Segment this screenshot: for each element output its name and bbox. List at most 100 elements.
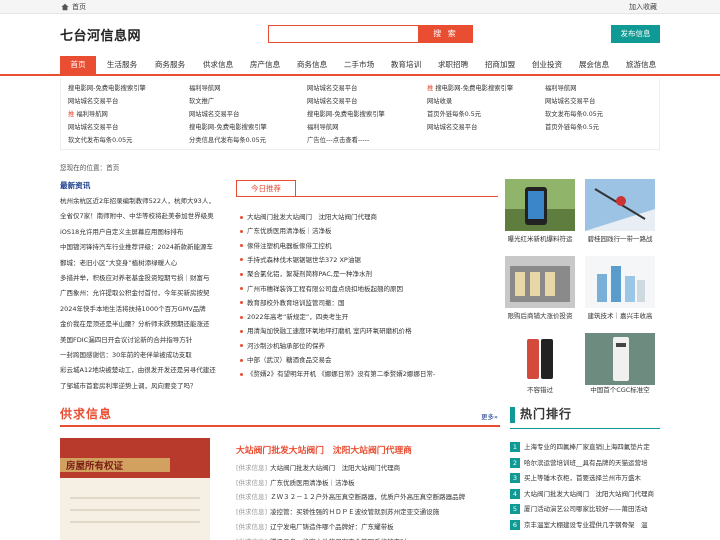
hot-rank-item[interactable]: 6 京丰温室大棚建设专业提供几字钢骨架 温	[510, 519, 660, 530]
hot-rank-item[interactable]: 2 哈尔滨运营培训班__具有品牌的天猫运营培	[510, 457, 660, 468]
nav-supply[interactable]: 供求信息	[198, 56, 238, 74]
thumb-phones[interactable]	[505, 333, 575, 385]
news-item[interactable]: 杭州余杭区近2年招录编制教师522人，杭师大93人，	[60, 195, 228, 205]
supply-item[interactable]: [供求信息] 凌控管：买轿性强的ＨＤＰＥ波纹管就到苏州定亚交通设施	[236, 506, 500, 516]
supply-more-link[interactable]: 更多»	[481, 411, 498, 421]
home-link[interactable]: 首页	[72, 2, 86, 12]
nav-business-info[interactable]: 商务信息	[292, 56, 332, 74]
nav-franchise[interactable]: 招商加盟	[480, 56, 520, 74]
supply-item[interactable]: [供求信息] ＺＷ３２－１２户外高压真空断路器，优质户外高压真空断路器品牌	[236, 491, 500, 501]
friend-link[interactable]: 福利导航网	[307, 122, 338, 131]
friend-link[interactable]: 分类信息代发布每条0.05元	[189, 135, 266, 144]
site-logo[interactable]: 七台河信息网	[60, 25, 141, 44]
supply-item[interactable]: [供求信息] 大站阀门批发大站阀门 沈阳大站阀门代理商	[236, 462, 500, 472]
supply-headline[interactable]: 大站阀门批发大站阀门 沈阳大站阀门代理商	[236, 443, 412, 456]
friend-link[interactable]: 推 搜电影网-免费电影搜索引擎	[427, 83, 513, 92]
friend-link[interactable]: 网站城名交易平台	[427, 122, 477, 131]
post-info-button[interactable]: 发布信息	[611, 25, 660, 43]
friend-link-label: 福利导航网	[545, 85, 577, 92]
recommend-item[interactable]: 2022年高考“新规定”，四类考生开	[240, 311, 498, 321]
nav-jobs[interactable]: 求职招聘	[433, 56, 473, 74]
friend-link[interactable]: 首页外链每条0.5元	[427, 109, 481, 118]
recommend-item[interactable]: 大站阀门批发大站阀门 沈阳大站阀门代理商	[240, 211, 498, 221]
news-item[interactable]: 彩云城A12地块被楚动工，由很发开发还是另寻代建还	[60, 364, 228, 374]
recommend-item[interactable]: 广东优质医用清净板｜洁净板	[240, 225, 498, 235]
recommend-item[interactable]: 用清淘加快融工速度环氧地坪打磨机 室内环氧研磨机价格	[240, 325, 498, 335]
recommend-item-label: 广东优质医用清净板｜洁净板	[247, 227, 332, 236]
nav-education[interactable]: 教育培训	[386, 56, 426, 74]
news-item[interactable]: 了邹城市首套房利率逆势上调，风向要变了吗？	[60, 380, 228, 390]
nav-exhibition[interactable]: 展会信息	[574, 56, 614, 74]
thumb-caption[interactable]: 建筑技术｜嘉兴丰收高	[583, 310, 657, 320]
friend-link[interactable]: 软文推广	[189, 96, 214, 105]
friend-link[interactable]: 广告位---点击查看-----	[307, 135, 369, 144]
news-item[interactable]: 美国FDIC漏四日开会议讨论新的合并指导方针	[60, 334, 228, 344]
thumb-air-conditioner[interactable]	[585, 333, 655, 385]
friend-link[interactable]: 搜电影网-免费电影搜索引擎	[189, 122, 267, 131]
hot-rank-item[interactable]: 3 买上等锤木衣柜，首要选择兰州市万盛木	[510, 472, 660, 483]
recommend-item[interactable]: 傢俳注塑机电器板傢俳工控机	[240, 240, 498, 250]
news-item[interactable]: 2024年快手本地生活将扶持1000个百万GMV品牌	[60, 303, 228, 313]
friend-link[interactable]: 网站城名交易平台	[68, 96, 118, 105]
recommend-item[interactable]: 教育部校外教育培训监管司撤：国	[240, 297, 498, 307]
supply-item[interactable]: [供求信息] 广东优质医用清净板｜洁净板	[236, 477, 500, 487]
recommend-item[interactable]: 《赘婿2》有望明年开机 《娜娜日常》没有第二季赘婿2娜娜日常-	[240, 368, 498, 378]
news-item[interactable]: 广西象州：允许提取公积金付首付，今年买新房按契	[60, 287, 228, 297]
friend-link[interactable]: 福利导航网	[189, 83, 220, 92]
friend-link[interactable]: 软文发布每条0.05元	[545, 109, 603, 118]
news-item[interactable]: 中国镀河锋持汽车行业推荐评级：2024新款新能源车	[60, 241, 228, 251]
thumb-bottles[interactable]	[585, 256, 655, 308]
friend-link[interactable]: 首页外链每条0.5元	[545, 122, 599, 131]
thumb-caption[interactable]: 中国首个CGC标准空	[583, 384, 657, 394]
add-favorite-link[interactable]: 加入收藏	[629, 2, 657, 12]
hot-rank-item[interactable]: 5 厦门活动演艺公司哪家比较好——莆田活动	[510, 503, 660, 514]
friend-link[interactable]: 福利导航网	[545, 83, 576, 92]
friend-link[interactable]: 网站城名交易平台	[307, 96, 357, 105]
recommend-item[interactable]: 中部（武汉）糖酒食品交易会	[240, 354, 498, 364]
home-icon[interactable]	[61, 3, 69, 11]
friend-link[interactable]: 网站收录	[427, 96, 452, 105]
nav-business-service[interactable]: 商务服务	[150, 56, 190, 74]
nav-second-hand[interactable]: 二手市场	[339, 56, 379, 74]
friend-link[interactable]: 网站城名交易平台	[189, 109, 239, 118]
recommend-item[interactable]: 广州市穗祥装饰工程有限公司盘点烧扣地板起翘的原因	[240, 283, 498, 293]
friend-link-label: 网站城名交易平台	[189, 111, 240, 118]
nav-travel[interactable]: 旅游信息	[621, 56, 661, 74]
supply-item[interactable]: [供求信息] 辽宁发电厂铸造件哪个品牌好：广东耀带板	[236, 521, 500, 531]
nav-home[interactable]: 首页	[60, 56, 96, 74]
news-item[interactable]: 鄞城：老旧小区“大变身”植树添绿暖人心	[60, 257, 228, 267]
thumb-caption[interactable]: 不容错过	[503, 384, 577, 394]
friend-link[interactable]: 推 福利导航网	[68, 109, 108, 118]
friend-link[interactable]: 网站城名交易平台	[307, 83, 357, 92]
tab-today-recommend[interactable]: 今日推荐	[236, 180, 296, 197]
news-item[interactable]: iOS18允许用户自定义主屏幕应用图标排布	[60, 226, 228, 236]
thumb-skier[interactable]	[585, 179, 655, 231]
news-item[interactable]: 全省仅7家！南师附中、中华等校将赴美参加世界级奥	[60, 210, 228, 220]
search-button[interactable]: 搜 索	[418, 25, 473, 43]
nav-property[interactable]: 房产信息	[245, 56, 285, 74]
friend-link[interactable]: 软文代发布每条0.05元	[68, 135, 132, 144]
thumb-caption[interactable]: 限购后商铺大涨价投资	[503, 310, 577, 320]
hot-rank-item[interactable]: 4 大站阀门批发大站阀门 沈阳大站阀门代理商	[510, 488, 660, 499]
news-item[interactable]: 多措并举，积极应对养老基金投资短期亏损｜财富与	[60, 272, 228, 282]
friend-link[interactable]: 搜电影网-免费电影搜索引擎	[307, 109, 385, 118]
friend-link[interactable]: 网站城名交易平台	[68, 122, 118, 131]
recommend-item[interactable]: 聚合氯化铝，絮凝剂简称PAC,是一种净水剂	[240, 268, 498, 278]
search-input[interactable]	[268, 25, 418, 43]
nav-life-service[interactable]: 生活服务	[102, 56, 142, 74]
supply-item[interactable]: [供求信息]腾讯云盘 绝密文件的保密安全管理系统的实时	[236, 536, 500, 540]
thumb-caption[interactable]: 曝光红米新机爆料符运	[503, 233, 577, 243]
friend-link[interactable]: 网站城名交易平台	[545, 96, 595, 105]
recommend-item-label: 中部（武汉）糖酒食品交易会	[247, 356, 332, 364]
news-item[interactable]: 金价我在是顶还是半山腰？分析师未跌预期还能涨还	[60, 318, 228, 328]
friend-link[interactable]: 搜电影网-免费电影搜索引擎	[68, 83, 146, 92]
property-certificate-image[interactable]: 房屋所有权证	[60, 438, 210, 540]
nav-investment[interactable]: 创业投资	[527, 56, 567, 74]
news-item[interactable]: 一封跨国感谢信：30年前的老伴单被成功支取	[60, 349, 228, 359]
recommend-item[interactable]: 手持式森林伐木锯锯锯世华372 XP油锯	[240, 254, 498, 264]
thumb-mall[interactable]	[505, 256, 575, 308]
thumb-phone[interactable]	[505, 179, 575, 231]
hot-rank-item[interactable]: 1 上海专业的四氟棒厂家直销|上海四氟垫片定	[510, 441, 660, 452]
thumb-caption[interactable]: 碧桂园践行一带一路战	[583, 233, 657, 243]
recommend-item[interactable]: 河沙制沙机轴承部位的保养	[240, 340, 498, 350]
